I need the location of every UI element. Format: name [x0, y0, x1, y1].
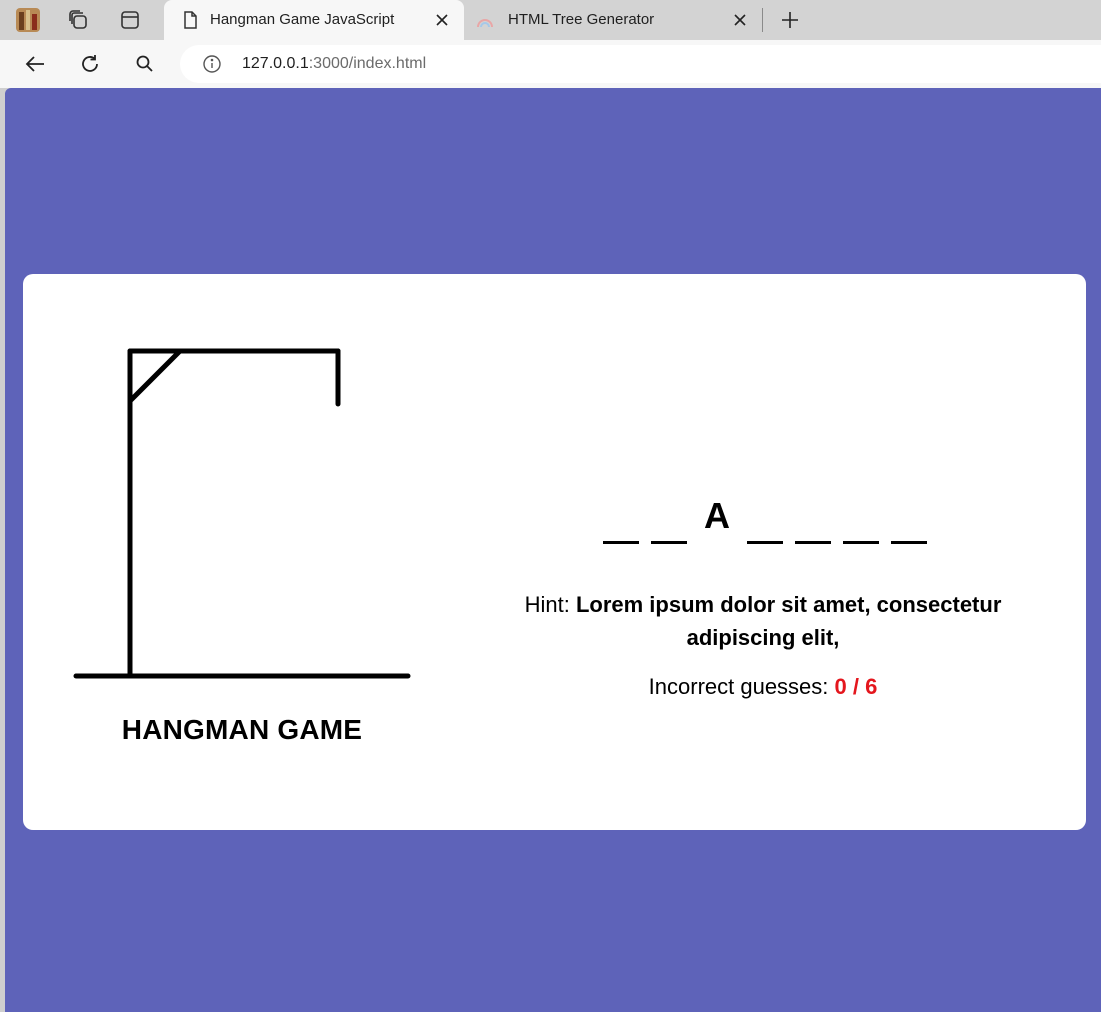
guesses-count: 0 / 6 — [834, 674, 878, 699]
page-viewport: HANGMAN GAME A Hint: Lorem ipsum dolor s… — [5, 88, 1101, 1012]
new-tab-icon[interactable] — [776, 6, 804, 34]
profile-avatar-icon[interactable] — [14, 6, 42, 34]
search-icon[interactable] — [131, 50, 159, 78]
address-bar[interactable]: 127.0.0.1:3000/index.html — [180, 45, 1101, 83]
close-tab-icon[interactable] — [432, 10, 452, 30]
word-letter — [843, 494, 879, 544]
reload-icon[interactable] — [76, 50, 104, 78]
rainbow-favicon-icon — [476, 12, 496, 32]
tab-strip: Hangman Game JavaScript HTML Tree Genera… — [0, 0, 1101, 40]
tab-divider — [762, 8, 763, 32]
hint-label: Hint: — [524, 592, 576, 617]
tab-title: Hangman Game JavaScript — [210, 11, 395, 28]
word-letter — [795, 494, 831, 544]
game-card: HANGMAN GAME A Hint: Lorem ipsum dolor s… — [23, 274, 1086, 830]
hangman-gallows-icon — [73, 348, 411, 679]
vertical-tabs-icon[interactable] — [116, 6, 144, 34]
word-display: A — [603, 484, 939, 544]
guesses-label: Incorrect guesses: — [648, 674, 835, 699]
word-letter — [891, 494, 927, 544]
page-icon — [180, 10, 200, 30]
hint-value: Lorem ipsum dolor sit amet, consectetur … — [575, 592, 1002, 650]
tab-title: HTML Tree Generator — [508, 11, 655, 28]
site-info-icon[interactable] — [202, 54, 222, 74]
back-arrow-icon[interactable] — [21, 50, 49, 78]
game-title: HANGMAN GAME — [121, 714, 363, 745]
word-letter — [747, 494, 783, 544]
url-path: :3000/index.html — [308, 55, 427, 72]
word-letter — [651, 494, 687, 544]
tab-html-tree-generator[interactable]: HTML Tree Generator — [464, 0, 762, 40]
incorrect-guesses: Incorrect guesses: 0 / 6 — [483, 674, 1043, 700]
word-letter — [603, 494, 639, 544]
tab-hangman[interactable]: Hangman Game JavaScript — [164, 0, 464, 40]
browser-toolbar: 127.0.0.1:3000/index.html — [0, 40, 1101, 88]
workspaces-icon[interactable] — [64, 6, 92, 34]
hint-text: Hint: Lorem ipsum dolor sit amet, consec… — [483, 588, 1043, 654]
url-text: 127.0.0.1:3000/index.html — [242, 55, 426, 73]
url-host: 127.0.0.1 — [242, 55, 309, 72]
close-tab-icon[interactable] — [730, 10, 750, 30]
word-letter: A — [704, 495, 730, 536]
